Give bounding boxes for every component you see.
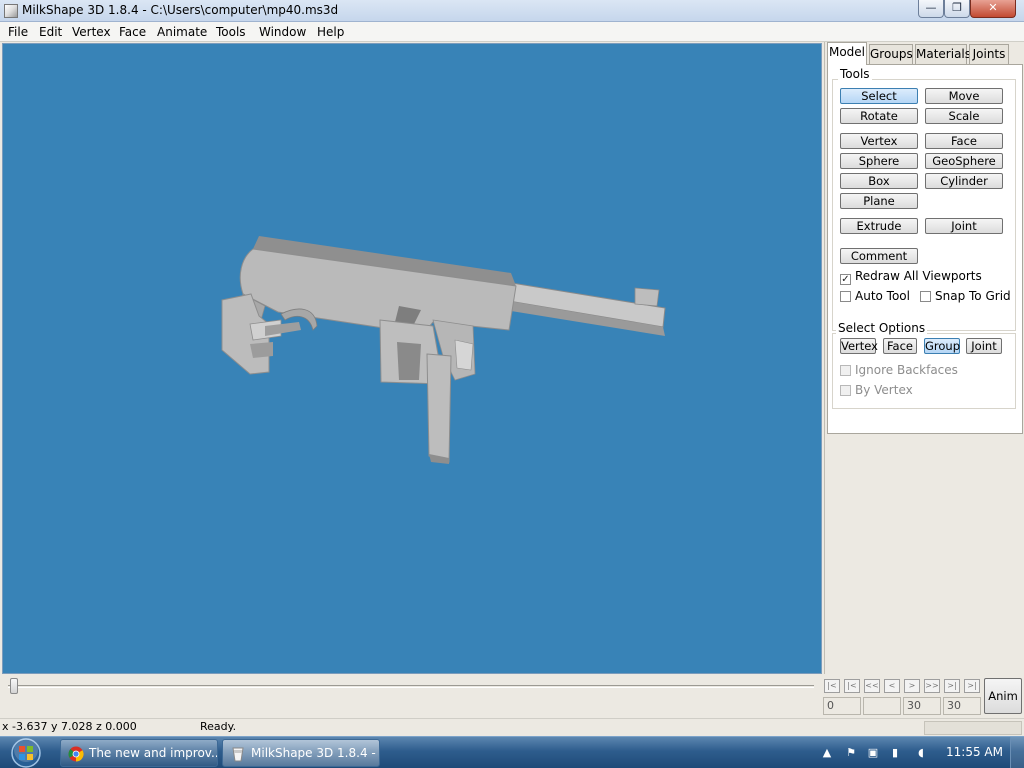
milkshape-icon <box>232 747 244 762</box>
show-hidden-icons-icon[interactable]: ▲ <box>820 746 834 760</box>
status-bar: x -3.637 y 7.028 z 0.000 Ready. <box>0 718 1024 736</box>
face-tool-button[interactable]: Face <box>925 133 1003 149</box>
select-group-button[interactable]: Group <box>924 338 960 354</box>
checkbox-icon <box>840 291 851 302</box>
anim-button[interactable]: Anim <box>984 678 1022 714</box>
taskbar-item-chrome[interactable]: The new and improv... <box>60 739 218 767</box>
taskbar-item-label: The new and improv... <box>89 746 218 760</box>
move-tool-button[interactable]: Move <box>925 88 1003 104</box>
model-tab-content: Tools Select Move Rotate Scale Vertex Fa… <box>827 64 1023 434</box>
cursor-coordinates: x -3.637 y 7.028 z 0.000 <box>2 720 137 733</box>
by-vertex-checkbox[interactable]: By Vertex <box>840 384 913 398</box>
next-frame-icon[interactable]: > <box>904 679 920 693</box>
snap-to-grid-checkbox[interactable]: Snap To Grid <box>920 290 1011 304</box>
title-bar: MilkShape 3D 1.8.4 - C:\Users\computer\m… <box>0 0 1024 22</box>
network-signal-icon[interactable]: ▮ <box>888 746 902 760</box>
prev-frame-icon[interactable]: < <box>884 679 900 693</box>
geosphere-tool-button[interactable]: GeoSphere <box>925 153 1003 169</box>
3d-viewport[interactable] <box>2 43 822 674</box>
network-adapter-icon[interactable]: ▣ <box>866 746 880 760</box>
rewind-icon[interactable]: << <box>864 679 880 693</box>
sphere-tool-button[interactable]: Sphere <box>840 153 918 169</box>
menu-file[interactable]: File <box>8 25 28 39</box>
milkshape-app-icon <box>4 4 18 18</box>
plane-tool-button[interactable]: Plane <box>840 193 918 209</box>
current-frame-field[interactable]: 0 <box>823 697 861 715</box>
next-key-icon[interactable]: >| <box>944 679 960 693</box>
auto-tool-label: Auto Tool <box>855 289 910 303</box>
menu-vertex[interactable]: Vertex <box>72 25 111 39</box>
status-progress-area <box>924 721 1022 735</box>
select-options-label: Select Options <box>836 321 928 335</box>
first-frame-icon[interactable]: |< <box>824 679 840 693</box>
cylinder-tool-button[interactable]: Cylinder <box>925 173 1003 189</box>
extrude-tool-button[interactable]: Extrude <box>840 218 918 234</box>
comment-button[interactable]: Comment <box>840 248 918 264</box>
tab-joints[interactable]: Joints <box>969 44 1009 64</box>
select-face-button[interactable]: Face <box>883 338 917 354</box>
chrome-icon <box>68 746 84 762</box>
checkbox-icon <box>840 385 851 396</box>
total-frames-field[interactable]: 30 <box>903 697 941 715</box>
redraw-all-viewports-label: Redraw All Viewports <box>855 269 982 283</box>
menu-window[interactable]: Window <box>259 25 306 39</box>
by-vertex-label: By Vertex <box>855 383 913 397</box>
menu-bar: File Edit Vertex Face Animate Tools Wind… <box>0 22 1024 42</box>
show-desktop-button[interactable] <box>1010 737 1024 768</box>
status-message: Ready. <box>200 720 237 733</box>
tab-groups[interactable]: Groups <box>869 44 913 64</box>
select-tool-button[interactable]: Select <box>840 88 918 104</box>
last-frame-icon[interactable]: >| <box>964 679 980 693</box>
ignore-backfaces-label: Ignore Backfaces <box>855 363 958 377</box>
taskbar-item-label: MilkShape 3D 1.8.4 - ... <box>251 746 380 760</box>
taskbar-item-milkshape[interactable]: MilkShape 3D 1.8.4 - ... <box>222 739 380 767</box>
checkbox-icon <box>920 291 931 302</box>
tools-label: Tools <box>838 67 872 81</box>
tab-materials[interactable]: Materials <box>915 44 971 64</box>
close-button[interactable]: ✕ <box>970 0 1016 18</box>
timeline-slider-thumb[interactable] <box>10 678 18 694</box>
windows-taskbar: The new and improv... MilkShape 3D 1.8.4… <box>0 736 1024 768</box>
mp40-model <box>221 236 666 464</box>
menu-help[interactable]: Help <box>317 25 344 39</box>
joint-tool-button[interactable]: Joint <box>925 218 1003 234</box>
menu-animate[interactable]: Animate <box>157 25 207 39</box>
menu-face[interactable]: Face <box>119 25 146 39</box>
fast-forward-icon[interactable]: >> <box>924 679 940 693</box>
rotate-tool-button[interactable]: Rotate <box>840 108 918 124</box>
redraw-all-viewports-checkbox[interactable]: ✓ Redraw All Viewports <box>840 269 982 285</box>
window-title: MilkShape 3D 1.8.4 - C:\Users\computer\m… <box>22 3 339 17</box>
snap-to-grid-label: Snap To Grid <box>935 289 1011 303</box>
auto-tool-checkbox[interactable]: Auto Tool <box>840 290 910 304</box>
model-panel: Model Groups Materials Joints Tools Sele… <box>824 42 1024 674</box>
timeline-track[interactable] <box>8 685 814 688</box>
select-joint-button[interactable]: Joint <box>966 338 1002 354</box>
select-vertex-button[interactable]: Vertex <box>840 338 878 354</box>
frame-field[interactable] <box>863 697 901 715</box>
animation-timeline <box>0 676 822 716</box>
clock[interactable]: 11:55 AM <box>946 745 1003 759</box>
animation-controls: |< |< << < > >> >| >| 0 30 30 Anim <box>822 676 1024 718</box>
volume-icon[interactable]: ◖ <box>914 746 928 760</box>
menu-tools[interactable]: Tools <box>216 25 246 39</box>
minimize-button[interactable]: — <box>918 0 944 18</box>
start-orb-icon[interactable] <box>6 737 46 768</box>
box-tool-button[interactable]: Box <box>840 173 918 189</box>
tab-model[interactable]: Model <box>827 42 867 65</box>
ignore-backfaces-checkbox[interactable]: Ignore Backfaces <box>840 364 958 378</box>
checkbox-icon <box>840 365 851 376</box>
end-frame-field[interactable]: 30 <box>943 697 981 715</box>
scale-tool-button[interactable]: Scale <box>925 108 1003 124</box>
prev-key-icon[interactable]: |< <box>844 679 860 693</box>
menu-edit[interactable]: Edit <box>39 25 62 39</box>
action-center-icon[interactable]: ⚑ <box>844 746 858 760</box>
vertex-tool-button[interactable]: Vertex <box>840 133 918 149</box>
checkbox-checked-icon: ✓ <box>840 274 851 285</box>
maximize-button[interactable]: ❐ <box>944 0 970 18</box>
